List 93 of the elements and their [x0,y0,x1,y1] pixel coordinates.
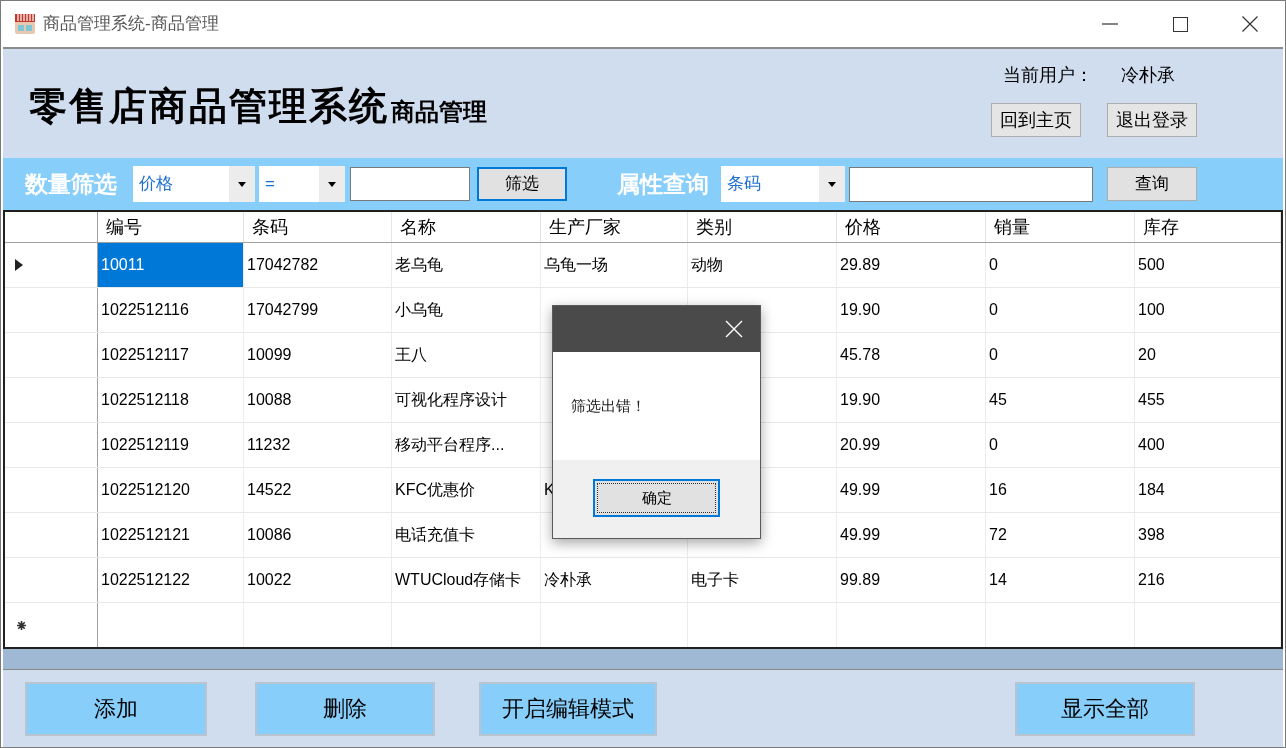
table-cell: WTUCloud存储卡 [392,558,541,602]
column-header[interactable]: 生产厂家 [541,212,688,242]
table-cell: 1022512119 [98,423,244,467]
table-cell: 184 [1135,468,1281,512]
data-grid[interactable] [3,210,1283,649]
table-cell: 19.90 [837,378,986,422]
table-cell: 10022 [244,558,392,602]
table-cell: 45 [986,378,1135,422]
table-cell: 0 [986,288,1135,332]
home-button[interactable]: 回到主页 [991,103,1081,137]
dialog-close-button[interactable] [724,319,744,339]
table-cell: 500 [1135,243,1281,287]
dialog-message: 筛选出错！ [571,395,646,416]
new-row-icon [17,620,26,630]
table-cell: 老乌龟 [392,243,541,287]
table-cell: 电子卡 [688,558,837,602]
dropdown-caret-icon [328,181,336,187]
table-cell: KFC优惠价 [392,468,541,512]
query-field[interactable] [849,166,1093,202]
user-label: 当前用户： [1003,63,1093,87]
maximize-icon [1172,16,1188,32]
query-label: 属性查询 [617,169,709,199]
table-cell: 19.90 [837,288,986,332]
table-cell: 49.99 [837,468,986,512]
table-cell: 冷朴承 [541,558,688,602]
table-cell: 1022512118 [98,378,244,422]
column-header[interactable]: 名称 [392,212,541,242]
table-cell: 400 [1135,423,1281,467]
operator-dropdown[interactable]: = [259,166,345,202]
value-field[interactable] [350,167,470,201]
table-cell: 乌龟一场 [541,243,688,287]
table-cell: 49.99 [837,513,986,557]
user-name: 冷朴承 [1121,63,1175,87]
table-cell: 0 [986,243,1135,287]
table-cell: 动物 [688,243,837,287]
field-dropdown[interactable]: 价格 [133,166,255,202]
query-button[interactable]: 查询 [1107,167,1197,201]
table-cell: 王八 [392,333,541,377]
table-cell: 1022512116 [98,288,244,332]
close-icon [1242,16,1258,32]
table-cell: 45.78 [837,333,986,377]
table-cell: 10088 [244,378,392,422]
ok-button[interactable]: 确定 [593,479,720,517]
table-cell: 455 [1135,378,1281,422]
store-icon [13,12,37,36]
table-cell: 99.89 [837,558,986,602]
table-cell: 216 [1135,558,1281,602]
table-cell: 100 [1135,288,1281,332]
edit-mode-button[interactable]: 开启编辑模式 [479,681,657,736]
table-cell: 72 [986,513,1135,557]
table-cell: 移动平台程序... [392,423,541,467]
delete-button[interactable]: 删除 [255,681,435,736]
table-cell: 398 [1135,513,1281,557]
table-cell: 1022512121 [98,513,244,557]
window-title: 商品管理系统-商品管理 [43,13,219,36]
table-cell: 1022512122 [98,558,244,602]
table-cell: 小乌龟 [392,288,541,332]
app-title: 零售店商品管理系统 [29,82,389,130]
table-cell: 1022512117 [98,333,244,377]
table-cell: 0 [986,333,1135,377]
table-cell: 20.99 [837,423,986,467]
filter-button[interactable]: 筛选 [477,167,567,201]
table-cell: 0 [986,423,1135,467]
table-cell: 1022512120 [98,468,244,512]
table-cell: 17042799 [244,288,392,332]
table-cell: 10099 [244,333,392,377]
column-header[interactable]: 价格 [837,212,986,242]
column-header[interactable]: 编号 [98,212,244,242]
app-subtitle: 商品管理 [391,96,487,128]
column-header[interactable]: 库存 [1135,212,1281,242]
table-cell: 16 [986,468,1135,512]
table-cell: 29.89 [837,243,986,287]
table-cell: 电话充值卡 [392,513,541,557]
table-cell: 10086 [244,513,392,557]
table-cell: 14522 [244,468,392,512]
table-cell: 11232 [244,423,392,467]
column-header[interactable]: 销量 [986,212,1135,242]
dropdown-caret-icon [828,181,836,187]
table-cell: 20 [1135,333,1281,377]
table-cell: 17042782 [244,243,392,287]
filter-label: 数量筛选 [25,169,117,199]
table-cell: 14 [986,558,1135,602]
show-all-button[interactable]: 显示全部 [1015,681,1195,736]
column-header[interactable]: 类别 [688,212,837,242]
table-cell: 10011 [98,243,244,287]
minimize-icon [1102,23,1118,25]
dropdown-caret-icon [238,181,246,187]
logout-button[interactable]: 退出登录 [1107,103,1197,137]
add-button[interactable]: 添加 [25,681,207,736]
attribute-dropdown[interactable]: 条码 [721,166,845,202]
column-header[interactable]: 条码 [244,212,392,242]
table-cell: 可视化程序设计 [392,378,541,422]
close-icon [725,320,743,338]
